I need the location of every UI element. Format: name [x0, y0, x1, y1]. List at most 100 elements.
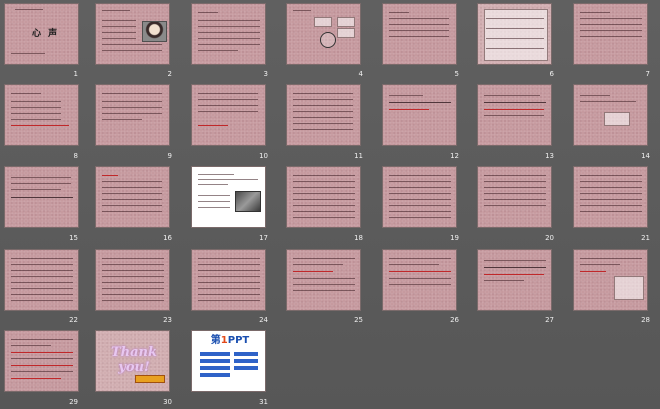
- text-line: [484, 199, 546, 200]
- text-line: [11, 258, 73, 259]
- slide-thumbnail-16[interactable]: [95, 166, 170, 228]
- slide-number: 9: [167, 152, 172, 160]
- slide-thumbnail-6[interactable]: [477, 3, 552, 65]
- text-line: [102, 20, 136, 21]
- logo-text-rest: PPT: [227, 335, 250, 346]
- text-line: [580, 95, 610, 96]
- text-line: [11, 264, 73, 265]
- text-line: [580, 24, 642, 25]
- highlight-line: [11, 365, 73, 366]
- slide-number: 22: [69, 316, 78, 324]
- info-block: [200, 366, 230, 370]
- slide-thumbnail-2[interactable]: [95, 3, 170, 65]
- diagram-box: [604, 112, 630, 126]
- slide-thumbnail-15[interactable]: [4, 166, 79, 228]
- text-line: [293, 129, 353, 130]
- slide-number: 4: [358, 70, 363, 78]
- text-line: [102, 187, 162, 188]
- text-line: [198, 32, 260, 33]
- slide-number: 30: [163, 398, 172, 406]
- ppt-logo: 第1PPT: [200, 335, 260, 346]
- slide-number: 2: [167, 70, 172, 78]
- slide-thumbnail-14[interactable]: [573, 84, 648, 146]
- text-line: [198, 12, 218, 13]
- text-line: [198, 99, 258, 100]
- slide-number: 10: [259, 152, 268, 160]
- text-line: [389, 193, 451, 194]
- slide-thumbnail-30[interactable]: Thank you!: [95, 330, 170, 392]
- slide-thumbnail-13[interactable]: [477, 84, 552, 146]
- text-line: [102, 32, 136, 33]
- slide-number: 12: [450, 152, 459, 160]
- slide-thumbnail-24[interactable]: [191, 249, 266, 311]
- text-line: [102, 93, 162, 94]
- slide-number: 14: [641, 152, 650, 160]
- slide-thumbnail-28[interactable]: [573, 249, 648, 311]
- slide-thumbnail-5[interactable]: [382, 3, 457, 65]
- logo-text-main: 第: [210, 335, 221, 346]
- text-line: [198, 300, 260, 301]
- slide-thumbnail-4[interactable]: [286, 3, 361, 65]
- slide-thumbnail-17[interactable]: [191, 166, 266, 228]
- text-line: [102, 282, 164, 283]
- table-rule: [486, 48, 544, 49]
- slide-thumbnail-10[interactable]: [191, 84, 266, 146]
- text-line: [484, 280, 524, 281]
- thank-you-text: Thank you!: [110, 345, 157, 375]
- slide-thumbnail-21[interactable]: [573, 166, 648, 228]
- slide-thumbnail-25[interactable]: [286, 249, 361, 311]
- slide-thumbnail-29[interactable]: [4, 330, 79, 392]
- slide-thumbnail-9[interactable]: [95, 84, 170, 146]
- answer-line: [484, 267, 546, 268]
- highlight-line: [11, 125, 69, 126]
- text-line: [484, 260, 546, 261]
- slide-number: 3: [263, 70, 268, 78]
- text-line: [198, 270, 260, 271]
- slide-thumbnail-12[interactable]: [382, 84, 457, 146]
- text-line: [198, 174, 234, 175]
- scene-photo-image: [235, 191, 261, 212]
- slide-thumbnail-8[interactable]: [4, 84, 79, 146]
- text-line: [11, 294, 73, 295]
- text-line: [580, 12, 610, 13]
- text-line: [580, 175, 642, 176]
- text-line: [293, 205, 355, 206]
- slide-thumbnail-3[interactable]: [191, 3, 266, 65]
- slide-thumbnail-7[interactable]: [573, 3, 648, 65]
- text-line: [11, 119, 61, 120]
- text-line: [580, 199, 642, 200]
- text-line: [580, 264, 620, 265]
- answer-line: [11, 197, 73, 198]
- slide-number: 19: [450, 234, 459, 242]
- slide-thumbnail-27[interactable]: [477, 249, 552, 311]
- slide-thumbnail-20[interactable]: [477, 166, 552, 228]
- text-line: [484, 193, 546, 194]
- diagram-box: [337, 17, 355, 27]
- slide-thumbnail-1[interactable]: 心 声: [4, 3, 79, 65]
- slide-number: 28: [641, 316, 650, 324]
- slide-thumbnail-26[interactable]: [382, 249, 457, 311]
- slide-thumbnail-22[interactable]: [4, 249, 79, 311]
- text-line: [293, 193, 355, 194]
- text-line: [389, 264, 439, 265]
- text-line: [580, 187, 642, 188]
- text-line: [293, 258, 355, 259]
- text-line: [102, 294, 164, 295]
- text-line: [293, 199, 355, 200]
- text-line: [102, 264, 164, 265]
- text-line: [11, 345, 51, 346]
- table-rule: [486, 38, 544, 39]
- text-line: [389, 211, 451, 212]
- slide-thumbnail-11[interactable]: [286, 84, 361, 146]
- text-line: [102, 107, 162, 108]
- slide-thumbnail-23[interactable]: [95, 249, 170, 311]
- text-line: [11, 339, 73, 340]
- info-block: [200, 352, 230, 356]
- slide-number: 20: [545, 234, 554, 242]
- text-line: [293, 278, 355, 279]
- slide-thumbnail-19[interactable]: [382, 166, 457, 228]
- slide-thumbnail-18[interactable]: [286, 166, 361, 228]
- slide-thumbnail-31[interactable]: 第1PPT: [191, 330, 266, 392]
- text-line: [389, 199, 451, 200]
- text-line: [102, 38, 136, 39]
